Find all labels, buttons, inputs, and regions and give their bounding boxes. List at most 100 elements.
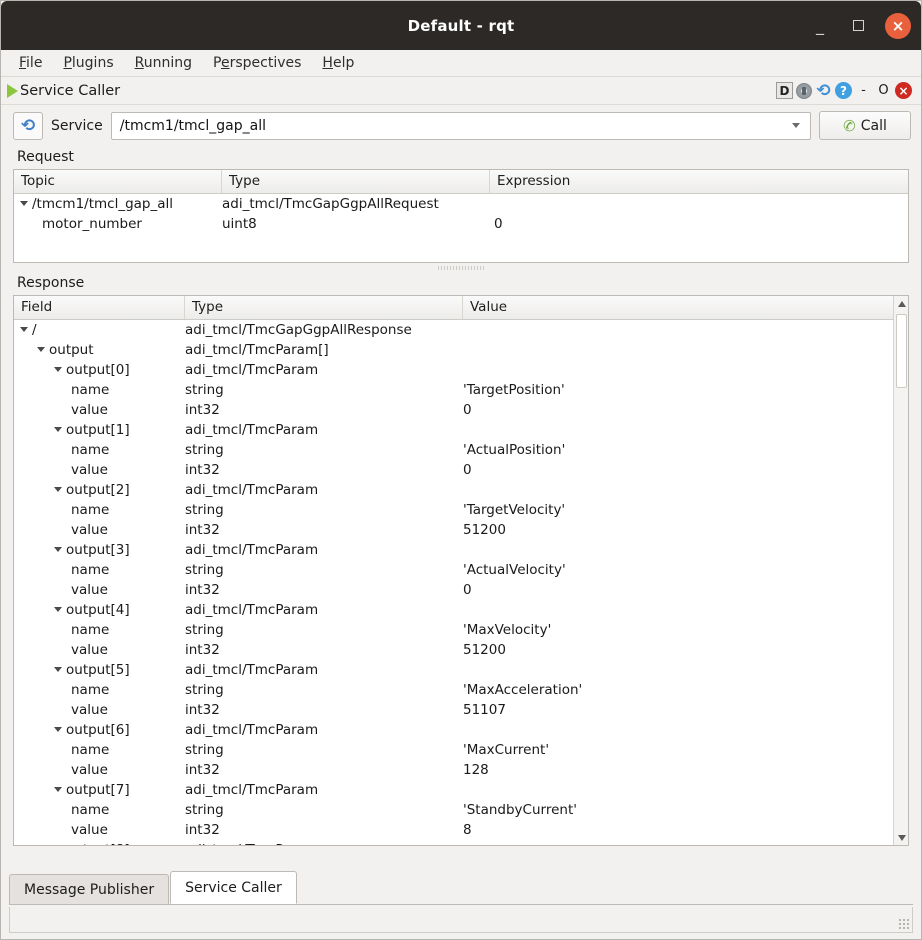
help-icon[interactable]: ? bbox=[835, 82, 852, 99]
dock-icon[interactable]: D bbox=[776, 82, 793, 99]
expander-triangle-icon[interactable] bbox=[20, 201, 28, 206]
response-field-text: name bbox=[71, 742, 109, 758]
table-row[interactable]: valueint320 bbox=[14, 400, 908, 420]
table-row[interactable]: motor_numberuint80 bbox=[14, 214, 908, 234]
splitter-handle[interactable] bbox=[1, 263, 921, 272]
expander-triangle-icon[interactable] bbox=[54, 607, 62, 612]
restore-icon[interactable]: O bbox=[874, 81, 893, 100]
settings-gear-icon[interactable] bbox=[796, 83, 812, 99]
expander-triangle-icon[interactable] bbox=[54, 427, 62, 432]
expander-triangle-icon[interactable] bbox=[54, 667, 62, 672]
request-col-type[interactable]: Type bbox=[222, 170, 490, 193]
response-field-text: output[5] bbox=[66, 662, 130, 678]
table-row[interactable]: namestring'MaxAcceleration' bbox=[14, 680, 908, 700]
expander-triangle-icon[interactable] bbox=[54, 727, 62, 732]
response-cell-field: value bbox=[14, 520, 185, 540]
refresh-icon: ⟳ bbox=[21, 116, 35, 136]
table-row[interactable]: output[6] adi_tmcl/TmcParam bbox=[14, 720, 908, 740]
window-close-button[interactable]: × bbox=[885, 13, 911, 39]
response-field-text: name bbox=[71, 802, 109, 818]
table-row[interactable]: output[0]adi_tmcl/TmcParam bbox=[14, 360, 908, 380]
reload-icon[interactable]: ⟳ bbox=[814, 81, 833, 100]
request-cell-topic: /tmcm1/tmcl_gap_all bbox=[14, 194, 222, 214]
response-col-value[interactable]: Value bbox=[463, 296, 893, 319]
menu-help[interactable]: Help bbox=[322, 55, 354, 71]
table-row[interactable]: namestring'StandbyCurrent' bbox=[14, 800, 908, 820]
table-row[interactable]: namestring'TargetPosition' bbox=[14, 380, 908, 400]
table-row[interactable]: valueint320 bbox=[14, 580, 908, 600]
table-row[interactable]: namestring'MaxVelocity' bbox=[14, 620, 908, 640]
window-controls: _ × bbox=[809, 1, 911, 50]
expander-triangle-icon[interactable] bbox=[54, 487, 62, 492]
table-row[interactable]: output[5]adi_tmcl/TmcParam bbox=[14, 660, 908, 680]
table-row[interactable]: namestring'ActualVelocity' bbox=[14, 560, 908, 580]
scrollbar-thumb[interactable] bbox=[896, 314, 907, 388]
menu-plugins[interactable]: Plugins bbox=[63, 55, 113, 71]
request-col-expression[interactable]: Expression bbox=[490, 170, 900, 193]
table-row[interactable]: namestring'MaxCurrent' bbox=[14, 740, 908, 760]
menu-file[interactable]: File bbox=[19, 55, 42, 71]
call-button[interactable]: ✆ Call bbox=[819, 111, 911, 140]
table-row[interactable]: output[8]adi_tmcl/TmcParam bbox=[14, 840, 908, 845]
table-row[interactable]: valueint32128 bbox=[14, 760, 908, 780]
response-cell-type: int32 bbox=[185, 760, 463, 780]
expander-triangle-icon[interactable] bbox=[54, 787, 62, 792]
table-row[interactable]: output[4]adi_tmcl/TmcParam bbox=[14, 600, 908, 620]
table-row[interactable]: output[2]adi_tmcl/TmcParam bbox=[14, 480, 908, 500]
response-cell-type: adi_tmcl/TmcParam bbox=[185, 720, 463, 740]
response-cell-value: 51200 bbox=[463, 520, 908, 540]
chevron-down-icon bbox=[898, 835, 906, 841]
expander-triangle-icon[interactable] bbox=[20, 327, 28, 332]
request-topic-text: /tmcm1/tmcl_gap_all bbox=[32, 196, 173, 212]
response-field-text: name bbox=[71, 442, 109, 458]
resize-grip-icon[interactable] bbox=[898, 918, 909, 929]
minimize-icon[interactable]: - bbox=[854, 81, 873, 100]
scroll-up-button[interactable] bbox=[894, 296, 909, 311]
table-row[interactable]: name string'ActualPosition' bbox=[14, 440, 908, 460]
menu-running[interactable]: Running bbox=[135, 55, 192, 71]
response-cell-value: 'TargetVelocity' bbox=[463, 500, 908, 520]
tab-service-caller[interactable]: Service Caller bbox=[170, 871, 297, 904]
service-combobox[interactable]: /tmcm1/tmcl_gap_all bbox=[111, 112, 811, 140]
response-cell-type: string bbox=[185, 440, 463, 460]
response-cell-type: string bbox=[185, 560, 463, 580]
chevron-up-icon bbox=[898, 301, 906, 307]
response-col-field[interactable]: Field bbox=[14, 296, 185, 319]
scroll-down-button[interactable] bbox=[894, 830, 909, 845]
response-cell-value: 'ActualPosition' bbox=[463, 440, 908, 460]
response-cell-type: int32 bbox=[185, 460, 463, 480]
table-row[interactable]: valueint3251107 bbox=[14, 700, 908, 720]
table-row[interactable]: /tmcm1/tmcl_gap_alladi_tmcl/TmcGapGgpAll… bbox=[14, 194, 908, 214]
table-row[interactable]: outputadi_tmcl/TmcParam[] bbox=[14, 340, 908, 360]
maximize-button[interactable] bbox=[847, 15, 869, 37]
menu-perspectives[interactable]: Perspectives bbox=[213, 55, 301, 71]
table-row[interactable]: /adi_tmcl/TmcGapGgpAllResponse bbox=[14, 320, 908, 340]
request-col-topic[interactable]: Topic bbox=[14, 170, 222, 193]
expander-triangle-icon[interactable] bbox=[54, 547, 62, 552]
refresh-services-button[interactable]: ⟳ bbox=[13, 112, 43, 140]
request-topic-text: motor_number bbox=[42, 216, 142, 232]
response-cell-value: 51107 bbox=[463, 700, 908, 720]
plugin-title: Service Caller bbox=[20, 83, 120, 99]
response-col-type[interactable]: Type bbox=[185, 296, 463, 319]
tab-message-publisher[interactable]: Message Publisher bbox=[9, 874, 169, 904]
table-row[interactable]: valueint3251200 bbox=[14, 520, 908, 540]
response-cell-type: string bbox=[185, 680, 463, 700]
table-row[interactable]: namestring'TargetVelocity' bbox=[14, 500, 908, 520]
response-vertical-scrollbar[interactable] bbox=[893, 296, 908, 845]
response-field-text: output[6] bbox=[66, 722, 130, 738]
response-cell-field: output[7] bbox=[14, 780, 185, 800]
table-row[interactable]: valueint320 bbox=[14, 460, 908, 480]
response-cell-field: output[2] bbox=[14, 480, 185, 500]
expander-triangle-icon[interactable] bbox=[37, 347, 45, 352]
table-row[interactable]: valueint328 bbox=[14, 820, 908, 840]
response-cell-value bbox=[463, 720, 908, 740]
expander-triangle-icon[interactable] bbox=[54, 367, 62, 372]
close-icon[interactable]: × bbox=[895, 82, 912, 99]
request-cell-expression[interactable]: 0 bbox=[490, 214, 900, 234]
table-row[interactable]: output[3]adi_tmcl/TmcParam bbox=[14, 540, 908, 560]
minimize-button[interactable]: _ bbox=[809, 15, 831, 37]
table-row[interactable]: output[1]adi_tmcl/TmcParam bbox=[14, 420, 908, 440]
table-row[interactable]: output[7]adi_tmcl/TmcParam bbox=[14, 780, 908, 800]
table-row[interactable]: valueint3251200 bbox=[14, 640, 908, 660]
